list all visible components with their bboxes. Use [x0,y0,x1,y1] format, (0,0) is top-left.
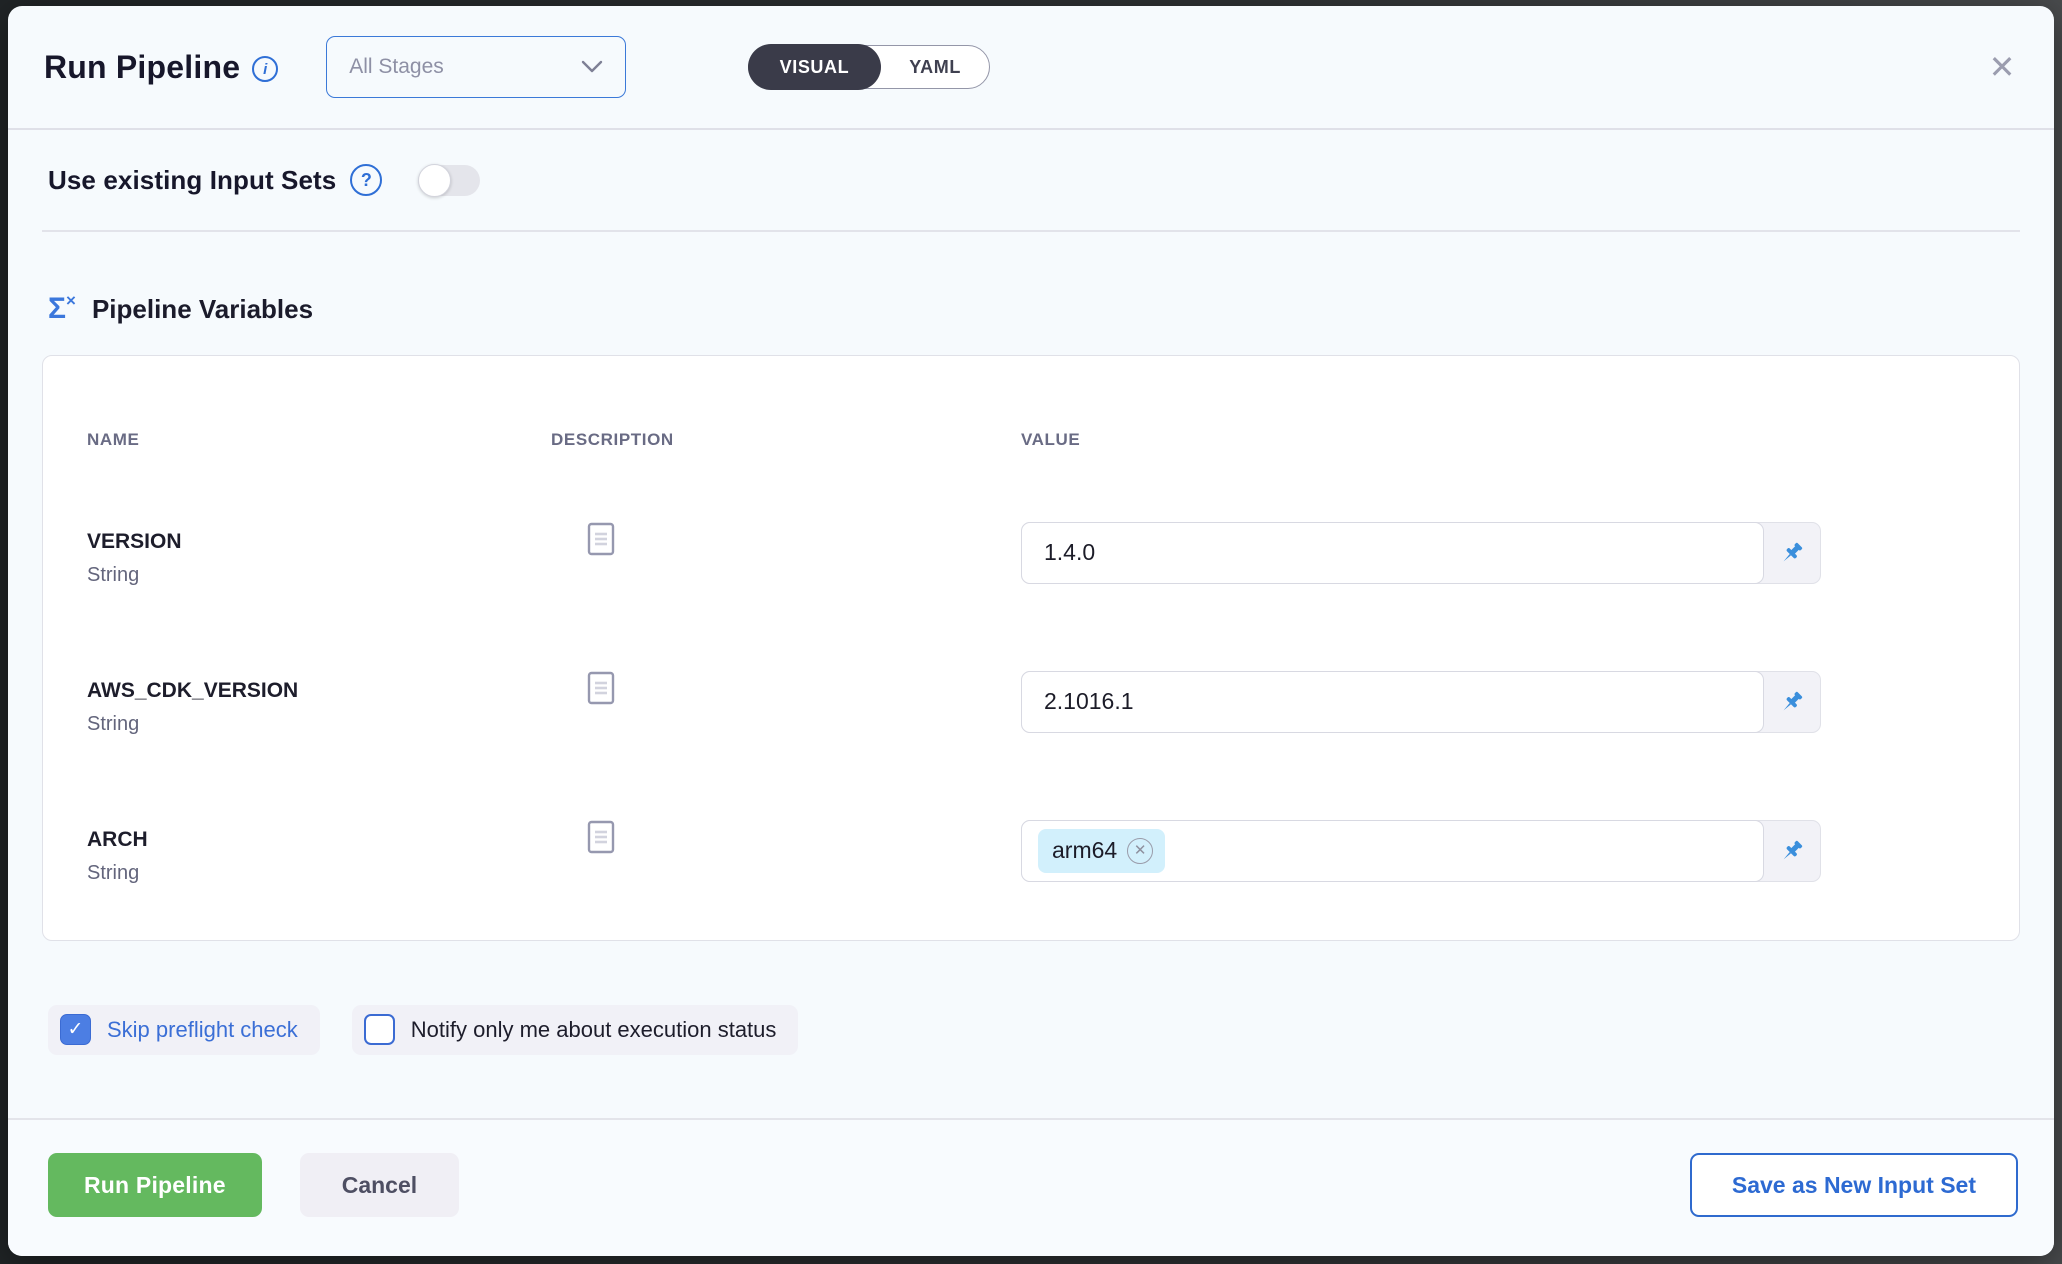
close-icon[interactable]: ✕ [1980,45,2024,89]
description-icon[interactable] [587,692,615,709]
visual-yaml-toggle: VISUAL YAML [748,45,990,89]
toggle-knob [418,164,451,197]
tab-yaml[interactable]: YAML [881,57,989,78]
modal-footer: Run Pipeline Cancel Save as New Input Se… [8,1118,2054,1256]
notify-only-me-label: Notify only me about execution status [411,1017,777,1043]
aws-cdk-version-value-input[interactable] [1021,671,1764,733]
cancel-button[interactable]: Cancel [300,1153,459,1217]
pipeline-variables-header: Σ × Pipeline Variables [48,294,2054,325]
chip-label: arm64 [1052,837,1117,864]
pin-icon[interactable] [1764,821,1820,881]
skip-preflight-checkbox[interactable]: ✓ Skip preflight check [48,1005,320,1055]
tab-visual[interactable]: VISUAL [748,44,882,90]
modal-content: Use existing Input Sets ? Σ × Pipeline V… [8,130,2054,1118]
input-sets-row: Use existing Input Sets ? [8,130,2054,230]
variables-column-headers: NAME DESCRIPTION VALUE [87,430,1975,450]
pipeline-variables-title: Pipeline Variables [92,294,313,325]
modal-header: Run Pipeline i All Stages VISUAL YAML ✕ [8,6,2054,128]
pin-icon[interactable] [1764,672,1820,732]
notify-only-me-checkbox[interactable]: Notify only me about execution status [352,1005,799,1055]
value-input-group [1021,671,1821,733]
variable-row-aws-cdk-version: AWS_CDK_VERSION String [87,671,1975,736]
variable-row-version: VERSION String [87,522,1975,587]
run-pipeline-button[interactable]: Run Pipeline [48,1153,262,1217]
checkbox-checked-icon[interactable]: ✓ [60,1014,91,1045]
variable-name: VERSION [87,522,551,554]
pin-icon[interactable] [1764,523,1820,583]
page-title: Run Pipeline [44,49,240,86]
column-header-value: VALUE [1021,430,1975,450]
version-value-input[interactable] [1021,522,1764,584]
value-input-group: arm64 ✕ [1021,820,1821,882]
input-sets-label: Use existing Input Sets [48,165,336,196]
variable-name: AWS_CDK_VERSION [87,671,551,703]
variable-type: String [87,862,551,885]
column-header-name: NAME [87,430,551,450]
value-input-group [1021,522,1821,584]
variable-name: ARCH [87,820,551,852]
description-icon[interactable] [587,543,615,560]
checkbox-unchecked-icon[interactable] [364,1014,395,1045]
variables-sigma-icon: Σ × [48,294,76,324]
skip-preflight-label: Skip preflight check [107,1017,298,1043]
variable-type: String [87,564,551,587]
arch-value-field[interactable]: arm64 ✕ [1021,820,1764,882]
description-icon[interactable] [587,841,615,858]
variables-panel: NAME DESCRIPTION VALUE VERSION String [42,355,2020,941]
chevron-down-icon [581,60,603,74]
save-as-new-input-set-button[interactable]: Save as New Input Set [1690,1153,2018,1217]
chip-remove-icon[interactable]: ✕ [1127,838,1153,864]
run-pipeline-modal: Run Pipeline i All Stages VISUAL YAML ✕ … [8,6,2054,1256]
execution-options-row: ✓ Skip preflight check Notify only me ab… [48,1005,2054,1055]
section-divider [42,230,2020,232]
variable-type: String [87,713,551,736]
stage-select-value: All Stages [349,55,444,79]
input-sets-toggle[interactable] [418,165,480,196]
help-icon[interactable]: ? [350,164,382,196]
variable-row-arch: ARCH String arm64 ✕ [87,820,1975,885]
screen-background: Run Pipeline i All Stages VISUAL YAML ✕ … [0,0,2062,1264]
arch-value-chip: arm64 ✕ [1038,829,1165,873]
column-header-description: DESCRIPTION [551,430,1021,450]
info-icon[interactable]: i [252,56,278,82]
stage-select-dropdown[interactable]: All Stages [326,36,626,98]
